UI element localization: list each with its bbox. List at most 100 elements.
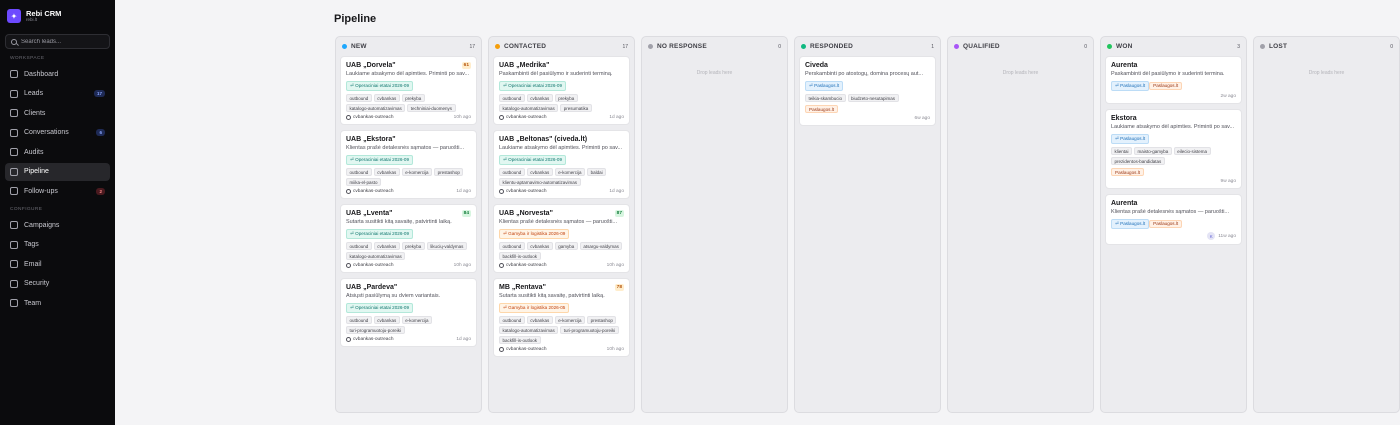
tag-list: outbound cvbankas e-komercija prestashop mii… bbox=[346, 168, 471, 186]
status-dot-icon bbox=[342, 44, 347, 49]
tag-chip: outbound bbox=[499, 242, 525, 250]
time-ago-text: 1d ago bbox=[456, 337, 471, 342]
tag-chip: cvbankas bbox=[526, 316, 553, 324]
sidebar-item-label: Pipeline bbox=[24, 168, 49, 175]
lead-card[interactable]: MB „Rentava" 78 Sutarta susitikti kitą sav… bbox=[493, 278, 630, 357]
sidebar-item-email[interactable]: Email bbox=[5, 255, 110, 273]
time-ago-text: 10h ago bbox=[606, 263, 624, 268]
conversations-icon bbox=[10, 128, 18, 137]
tag-chip: outbound bbox=[346, 94, 372, 102]
sidebar-item-pipeline[interactable]: Pipeline bbox=[5, 162, 110, 181]
tag-chip: katalogo-automatizavimas bbox=[346, 104, 406, 112]
column-header: WON 3 bbox=[1101, 37, 1246, 56]
tag-chip: outbound bbox=[346, 168, 372, 176]
lead-card[interactable]: Ekstora Laukiame atsakymo dėl apimties. P… bbox=[1105, 109, 1242, 189]
brand[interactable]: ✦ Rebi CRM rebi.lt bbox=[5, 6, 110, 24]
time-ago: 10h ago bbox=[607, 347, 624, 352]
card-header: Ekstora bbox=[1111, 115, 1236, 122]
campaign-icon bbox=[499, 263, 504, 268]
lead-note: Laukiame atsakymo dėl apimties. Priminti… bbox=[346, 71, 470, 77]
lead-note: Laukiame atsakymo dėl apimties. Priminti… bbox=[1111, 124, 1235, 130]
time-ago: 6w ago bbox=[915, 116, 930, 121]
tag-chip: e-komercija bbox=[401, 316, 433, 324]
avatar: K bbox=[1207, 232, 1216, 240]
sidebar-item-tags[interactable]: Tags bbox=[5, 236, 110, 254]
source-badge: Paslaugos.lt bbox=[1149, 219, 1183, 228]
sidebar-item-team[interactable]: Team bbox=[5, 294, 110, 312]
sidebar-item-follow-ups[interactable]: Follow-ups 2 bbox=[5, 182, 110, 200]
tag-chip: klientu-aptarnavimo-automatizavimas bbox=[499, 178, 581, 186]
lead-title: UAB „Lventa" bbox=[346, 210, 393, 217]
sidebar-item-clients[interactable]: Clients bbox=[5, 104, 110, 122]
time-ago: 1d ago bbox=[609, 189, 624, 194]
column-no-response: NO RESPONSE 0 Drop leads here bbox=[641, 36, 788, 413]
email-icon bbox=[10, 260, 18, 268]
campaign-icon bbox=[346, 337, 351, 342]
search-input[interactable] bbox=[21, 38, 104, 45]
sidebar-item-campaigns[interactable]: Campaigns bbox=[5, 216, 110, 234]
clients-icon bbox=[10, 109, 18, 117]
tag-chip: atsargu-valdymas bbox=[579, 242, 623, 250]
lead-card[interactable]: UAB „Dorvela" 61 Laukiame atsakymo dėl api… bbox=[340, 56, 477, 125]
lead-card[interactable]: Aurenta Paskambinti dėl pasiūlymo ir sude… bbox=[1105, 56, 1242, 104]
sidebar-item-label: Email bbox=[24, 260, 42, 268]
sidebar-item-label: Dashboard bbox=[24, 70, 59, 78]
card-footer: 2w ago bbox=[1111, 94, 1236, 99]
status-dot-icon bbox=[1260, 44, 1265, 49]
lead-score-badge: 61 bbox=[461, 62, 471, 69]
lead-card[interactable]: UAB „Ekstora" Klientas prašė detalesnės s… bbox=[340, 130, 477, 199]
column-title: LOST bbox=[1269, 43, 1288, 50]
lead-card[interactable]: Civeda Perskambinti po atostogų, domina p… bbox=[799, 56, 936, 126]
campaign-name: cvbankas-outreach bbox=[353, 263, 394, 268]
lead-card[interactable]: UAB „Lventa" 84 Sutarta susitikti kitą sav… bbox=[340, 204, 477, 273]
campaign-name: cvbankas-outreach bbox=[506, 347, 547, 352]
sidebar-item-dashboard[interactable]: Dashboard bbox=[5, 65, 110, 83]
page-title: Pipeline bbox=[334, 13, 377, 25]
tag-chip: cvbankas bbox=[373, 242, 400, 250]
sidebar-item-audits[interactable]: Audits bbox=[5, 143, 110, 161]
status-dot-icon bbox=[1107, 44, 1112, 49]
tag-list: outbound cvbankas prekyba katalogo-automati… bbox=[499, 94, 624, 112]
brand-name: Rebi CRM bbox=[26, 8, 62, 18]
sidebar-item-conversations[interactable]: Conversations 6 bbox=[5, 124, 110, 142]
campaign-icon bbox=[499, 115, 504, 120]
follow-ups-icon bbox=[10, 187, 18, 195]
lead-card[interactable]: Aurenta Klientas prašė detalesnės sąmatos… bbox=[1105, 194, 1242, 245]
column-header: NO RESPONSE 0 bbox=[642, 37, 787, 56]
lead-title: MB „Rentava" bbox=[499, 284, 546, 291]
sidebar-item-label: Team bbox=[24, 299, 42, 307]
tag-chip: prekyba bbox=[554, 94, 578, 102]
tag-chip: prestashop bbox=[587, 316, 617, 324]
section-label-workspace: WORKSPACE bbox=[10, 56, 45, 61]
sidebar-item-security[interactable]: Security bbox=[5, 275, 110, 293]
tag-chip: cvbankas bbox=[526, 242, 553, 250]
stage-badge: ⏎ Paslaugos.lt bbox=[1111, 134, 1150, 144]
stage-badge: ⏎ Operaciniai etatai 2026-09 bbox=[346, 303, 414, 313]
tag-list: klientai maisto-gamyba eilecio-sistema prez… bbox=[1111, 147, 1236, 165]
drop-zone[interactable]: Drop leads here bbox=[952, 70, 1089, 76]
tag-chip: cvbankas bbox=[373, 94, 400, 102]
column-header: NEW 17 bbox=[336, 37, 481, 56]
time-ago-text: 1d ago bbox=[609, 189, 624, 194]
drop-zone[interactable]: Drop leads here bbox=[1258, 70, 1395, 76]
lead-card[interactable]: UAB „Beltonas" (civeda.lt) Laukiame atsak… bbox=[493, 130, 630, 199]
campaign-icon bbox=[499, 189, 504, 194]
tag-chip: backfill-is-outlook bbox=[499, 252, 541, 260]
tag-list: outbound cvbankas gamyba atsargu-valdymas ba… bbox=[499, 242, 624, 260]
tag-list: outbound cvbankas prekyba likucių-valdymas k… bbox=[346, 242, 471, 260]
sidebar: ✦ Rebi CRM rebi.lt WORKSPACE Dashboard Le… bbox=[0, 0, 115, 425]
campaigns-icon bbox=[10, 221, 18, 229]
campaign-label: cvbankas-outreach bbox=[346, 189, 394, 194]
drop-zone[interactable]: Drop leads here bbox=[646, 70, 783, 76]
lead-card[interactable]: UAB „Medrika" Paskambinti dėl pasiūlymo i… bbox=[493, 56, 630, 125]
lead-card[interactable]: UAB „Norvesta" 87 Klientas prašė detalesnė… bbox=[493, 204, 630, 273]
search-box[interactable] bbox=[5, 34, 110, 49]
sidebar-item-leads[interactable]: Leads 17 bbox=[5, 85, 110, 103]
campaign-label: cvbankas-outreach bbox=[499, 189, 547, 194]
campaign-name: cvbankas-outreach bbox=[506, 189, 547, 194]
column-title: RESPONDED bbox=[810, 43, 853, 50]
lead-card[interactable]: UAB „Pardeva" Atsiųsti pasiūlymą su dviem… bbox=[340, 278, 477, 347]
tag-chip: prekyba bbox=[401, 94, 425, 102]
status-dot-icon bbox=[495, 44, 500, 49]
security-icon bbox=[10, 279, 18, 288]
